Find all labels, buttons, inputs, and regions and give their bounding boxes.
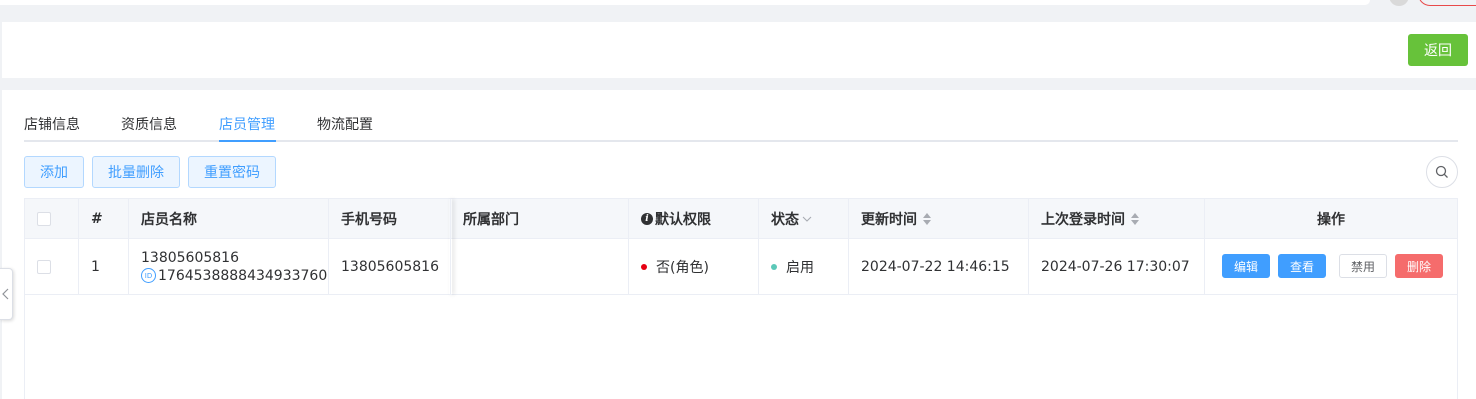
id-icon: ID [141, 268, 156, 283]
row-department [451, 239, 629, 294]
staff-table: # 店员名称 手机号码 所属部门 i 默认权限 状态 更新时间 上次登录时间 操… [24, 198, 1458, 399]
select-all-checkbox[interactable] [37, 211, 51, 226]
row-checkbox[interactable] [37, 259, 51, 274]
header-last-login[interactable]: 上次登录时间 [1029, 199, 1205, 238]
row-select-cell [25, 239, 79, 294]
header-last-login-label: 上次登录时间 [1041, 211, 1125, 228]
row-staff-name: 13805605816 [141, 249, 239, 266]
header-status-label: 状态 [771, 211, 799, 228]
header-phone: 手机号码 [329, 199, 451, 238]
batch-delete-button[interactable]: 批量删除 [92, 156, 180, 188]
reset-password-button[interactable]: 重置密码 [188, 156, 276, 188]
row-index: 1 [79, 239, 129, 294]
sort-icon[interactable] [1131, 212, 1139, 225]
table-header: # 店员名称 手机号码 所属部门 i 默认权限 状态 更新时间 上次登录时间 操… [25, 199, 1457, 239]
header-select-all-cell [25, 199, 79, 238]
row-staff-name-cell: 13805605816 ID 1764538888434933760 [129, 239, 329, 294]
delete-button[interactable]: 删除 [1395, 254, 1443, 278]
edit-button[interactable]: 编辑 [1222, 254, 1270, 278]
header-status[interactable]: 状态 [759, 199, 849, 238]
row-last-login: 2024-07-26 17:30:07 [1029, 239, 1205, 294]
tab-qualification-info[interactable]: 资质信息 [121, 114, 177, 134]
header-default-permission: i 默认权限 [629, 199, 759, 238]
permission-dot-icon [641, 263, 647, 270]
row-actions-cell: 编辑 查看 禁用 删除 [1205, 239, 1457, 294]
top-input-edge [0, 0, 1370, 5]
top-action-pill[interactable] [1418, 0, 1476, 6]
row-staff-id-line: ID 1764538888434933760 [141, 268, 327, 284]
header-department: 所属部门 [451, 199, 629, 238]
row-updated-at: 2024-07-22 14:46:15 [849, 239, 1029, 294]
add-button[interactable]: 添加 [24, 156, 84, 188]
search-button[interactable] [1426, 156, 1458, 188]
header-staff-name: 店员名称 [129, 199, 329, 238]
active-tab-indicator [219, 140, 276, 142]
table-row: 1 13805605816 ID 1764538888434933760 138… [25, 239, 1457, 295]
disable-button[interactable]: 禁用 [1339, 254, 1387, 278]
top-strip [0, 0, 1476, 20]
row-status-cell: 启用 [759, 239, 849, 294]
tab-store-info[interactable]: 店铺信息 [24, 114, 80, 134]
sidebar-collapse-tab[interactable] [0, 268, 13, 320]
header-updated-at-label: 更新时间 [861, 211, 917, 228]
row-staff-id: 1764538888434933760 [158, 267, 328, 284]
chevron-left-icon [2, 288, 9, 300]
header-updated-at[interactable]: 更新时间 [849, 199, 1029, 238]
header-actions: 操作 [1317, 211, 1345, 228]
avatar[interactable] [1389, 0, 1409, 6]
header-card [2, 22, 1476, 78]
status-dot-icon [771, 263, 777, 270]
row-phone: 13805605816 [329, 239, 451, 294]
chevron-down-icon [802, 216, 812, 222]
sort-icon[interactable] [923, 212, 931, 225]
row-default-permission-cell: 否(角色) [629, 239, 759, 294]
fixed-column-shadow [449, 199, 452, 295]
tab-staff-management[interactable]: 店员管理 [219, 114, 275, 134]
row-default-permission: 否(角色) [656, 259, 709, 276]
tab-logistics-config[interactable]: 物流配置 [317, 114, 373, 134]
view-button[interactable]: 查看 [1278, 254, 1326, 278]
header-index: # [79, 199, 129, 238]
row-status: 启用 [786, 259, 814, 276]
info-icon[interactable]: i [641, 212, 653, 225]
header-default-permission-label: 默认权限 [655, 211, 711, 228]
back-button[interactable]: 返回 [1408, 34, 1468, 66]
search-icon [1435, 165, 1448, 178]
